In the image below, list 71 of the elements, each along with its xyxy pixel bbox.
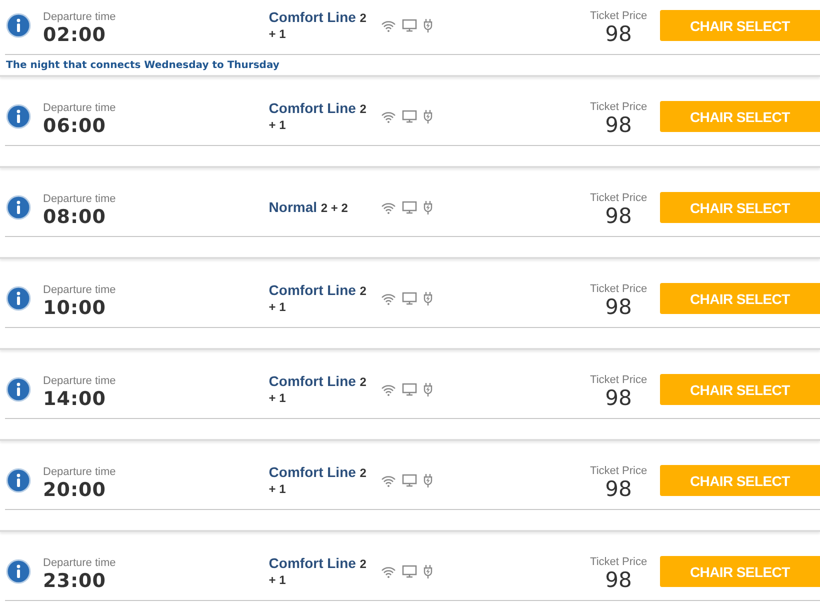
departure-label: Departure time: [43, 557, 117, 570]
ticket-price: 98: [605, 478, 632, 500]
info-icon[interactable]: [6, 13, 31, 38]
price-label: Ticket Price: [590, 556, 648, 569]
monitor-icon: [402, 292, 417, 305]
departure-time: 02:00: [43, 24, 107, 46]
price-label: Ticket Price: [590, 374, 648, 387]
departure-label: Departure time: [43, 375, 117, 388]
departure-label: Departure time: [43, 193, 117, 206]
price-label: Ticket Price: [590, 192, 648, 205]
info-icon[interactable]: [6, 468, 31, 493]
monitor-icon: [402, 565, 417, 578]
plug-icon: [422, 18, 433, 33]
monitor-icon: [402, 19, 417, 32]
departure-time: 08:00: [43, 206, 107, 228]
bus-class-and-seats: Comfort Line 2 + 1: [268, 282, 367, 314]
bus-class-and-seats: Comfort Line 2 + 1: [268, 100, 367, 132]
ticket-price: 98: [605, 23, 632, 45]
wifi-icon: [380, 20, 396, 32]
plug-icon: [422, 109, 433, 124]
departure-label: Departure time: [43, 284, 117, 297]
info-icon[interactable]: [6, 104, 31, 129]
info-icon[interactable]: [6, 377, 31, 402]
bus-class-and-seats: Comfort Line 2 + 1: [268, 464, 367, 496]
departure-time: 23:00: [43, 570, 107, 592]
chair-select-button[interactable]: CHAIR SELECT: [660, 192, 820, 223]
wifi-icon: [380, 474, 396, 486]
bus-class-and-seats: Comfort Line 2 + 1: [268, 556, 367, 588]
info-icon[interactable]: [6, 559, 31, 584]
chair-select-button[interactable]: CHAIR SELECT: [660, 10, 820, 41]
ticket-price: 98: [605, 569, 632, 591]
wifi-icon: [380, 110, 396, 122]
price-label: Ticket Price: [590, 465, 648, 478]
info-icon[interactable]: [6, 286, 31, 311]
info-icon[interactable]: [6, 195, 31, 220]
price-label: Ticket Price: [590, 283, 648, 296]
plug-icon: [422, 291, 433, 306]
departure-label: Departure time: [43, 102, 117, 115]
bus-class-and-seats: Normal 2 + 2: [268, 200, 367, 216]
chair-select-button[interactable]: CHAIR SELECT: [660, 101, 820, 132]
chair-select-button[interactable]: CHAIR SELECT: [660, 283, 820, 314]
plug-icon: [422, 200, 433, 215]
departure-time: 20:00: [43, 479, 107, 501]
ticket-price: 98: [605, 205, 632, 227]
plug-icon: [422, 473, 433, 488]
plug-icon: [422, 382, 433, 397]
plug-icon: [422, 564, 433, 579]
ticket-price: 98: [605, 296, 632, 318]
ticket-price: 98: [605, 114, 632, 136]
monitor-icon: [402, 110, 417, 123]
departure-time: 14:00: [43, 388, 107, 410]
departure-time: 10:00: [43, 297, 107, 319]
chair-select-button[interactable]: CHAIR SELECT: [660, 374, 820, 405]
price-label: Ticket Price: [590, 10, 648, 23]
bus-class-and-seats: Comfort Line 2 + 1: [268, 10, 367, 42]
wifi-icon: [380, 566, 396, 578]
monitor-icon: [402, 201, 417, 214]
departure-label: Departure time: [43, 466, 117, 479]
chair-select-button[interactable]: CHAIR SELECT: [660, 465, 820, 496]
chair-select-button[interactable]: CHAIR SELECT: [660, 556, 820, 587]
bus-class-and-seats: Comfort Line 2 + 1: [268, 374, 367, 406]
departure-label: Departure time: [43, 11, 117, 24]
price-label: Ticket Price: [590, 101, 648, 114]
night-note: The night that connects Wednesday to Thursday: [6, 60, 280, 70]
wifi-icon: [380, 292, 396, 304]
wifi-icon: [380, 202, 396, 214]
ticket-price: 98: [605, 387, 632, 409]
monitor-icon: [402, 474, 417, 487]
departure-time: 06:00: [43, 115, 107, 137]
wifi-icon: [380, 384, 396, 396]
monitor-icon: [402, 383, 417, 396]
